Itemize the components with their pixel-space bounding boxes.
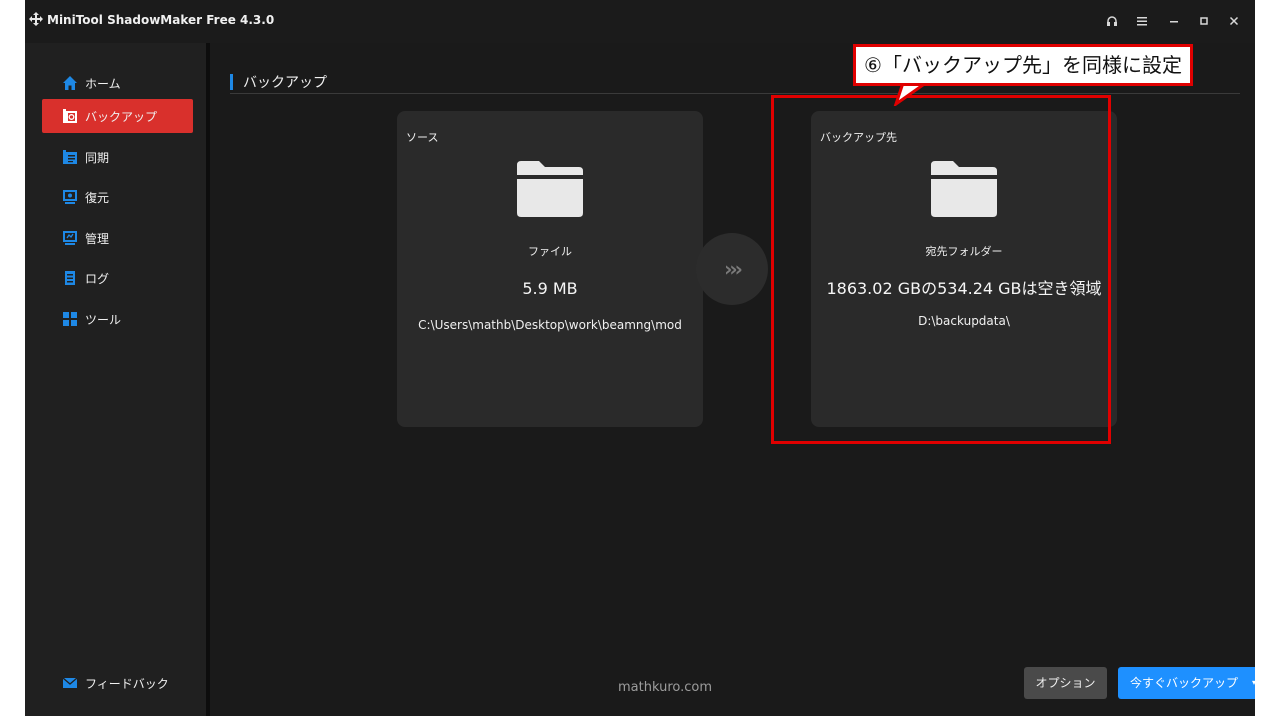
section-accent-bar [230, 74, 233, 90]
app-logo-icon [29, 12, 43, 26]
sidebar-item-label: 復元 [85, 191, 110, 205]
sidebar-item-tools[interactable]: ツール [42, 302, 193, 336]
source-type: ファイル [528, 245, 572, 258]
title-bar: MiniTool ShadowMaker Free 4.3.0 [25, 0, 1255, 43]
close-icon[interactable] [1223, 10, 1245, 32]
sidebar-item-label: 同期 [85, 151, 110, 165]
sidebar: ホーム バックアップ 同期 復元 管理 ログ ツール フィードバック [25, 43, 206, 716]
backup-now-label: 今すぐバックアップ [1130, 676, 1239, 690]
restore-icon [63, 190, 77, 204]
sidebar-item-label: バックアップ [85, 110, 158, 124]
page-title: バックアップ [243, 75, 327, 91]
source-path: C:\Users\mathb\Desktop\work\beamng\mod [418, 318, 682, 332]
arrow-forward-icon: ››› [696, 233, 768, 305]
menu-icon[interactable] [1131, 10, 1153, 32]
backup-now-button[interactable]: 今すぐバックアップ ▾ [1118, 667, 1255, 699]
annotation-highlight-box [771, 95, 1111, 444]
page-margin [1255, 0, 1280, 720]
log-icon [65, 271, 75, 285]
folder-icon [517, 161, 583, 217]
section-divider [230, 93, 1240, 94]
feedback-label: フィードバック [85, 677, 169, 691]
callout-text: ⑥「バックアップ先」を同様に設定 [864, 53, 1182, 77]
sidebar-item-label: ツール [85, 313, 122, 327]
source-card[interactable]: ソース ファイル 5.9 MB C:\Users\mathb\Desktop\w… [397, 111, 703, 427]
app-title: MiniTool ShadowMaker Free 4.3.0 [47, 13, 275, 27]
sidebar-item-backup[interactable]: バックアップ [42, 99, 193, 133]
sidebar-item-restore[interactable]: 復元 [42, 180, 193, 214]
watermark-text: mathkuro.com [618, 680, 713, 695]
sidebar-item-home[interactable]: ホーム [42, 66, 193, 100]
tools-icon [63, 312, 77, 326]
mail-icon [62, 677, 78, 688]
manage-icon [63, 231, 77, 245]
source-size: 5.9 MB [522, 279, 578, 298]
sidebar-item-label: ログ [85, 272, 110, 286]
feedback-button[interactable]: フィードバック [42, 666, 193, 700]
maximize-icon[interactable] [1193, 10, 1215, 32]
backup-icon [63, 109, 77, 123]
sync-icon [63, 150, 77, 164]
sidebar-item-label: 管理 [85, 232, 110, 246]
sidebar-item-sync[interactable]: 同期 [42, 140, 193, 174]
sidebar-item-label: ホーム [85, 77, 121, 91]
minimize-icon[interactable] [1163, 10, 1185, 32]
home-icon [63, 76, 77, 90]
sidebar-item-log[interactable]: ログ [42, 261, 193, 295]
sidebar-item-manage[interactable]: 管理 [42, 221, 193, 255]
annotation-callout: ⑥「バックアップ先」を同様に設定 [853, 44, 1193, 86]
source-label: ソース [406, 131, 439, 144]
options-button[interactable]: オプション [1024, 667, 1107, 699]
headset-icon[interactable] [1101, 10, 1123, 32]
